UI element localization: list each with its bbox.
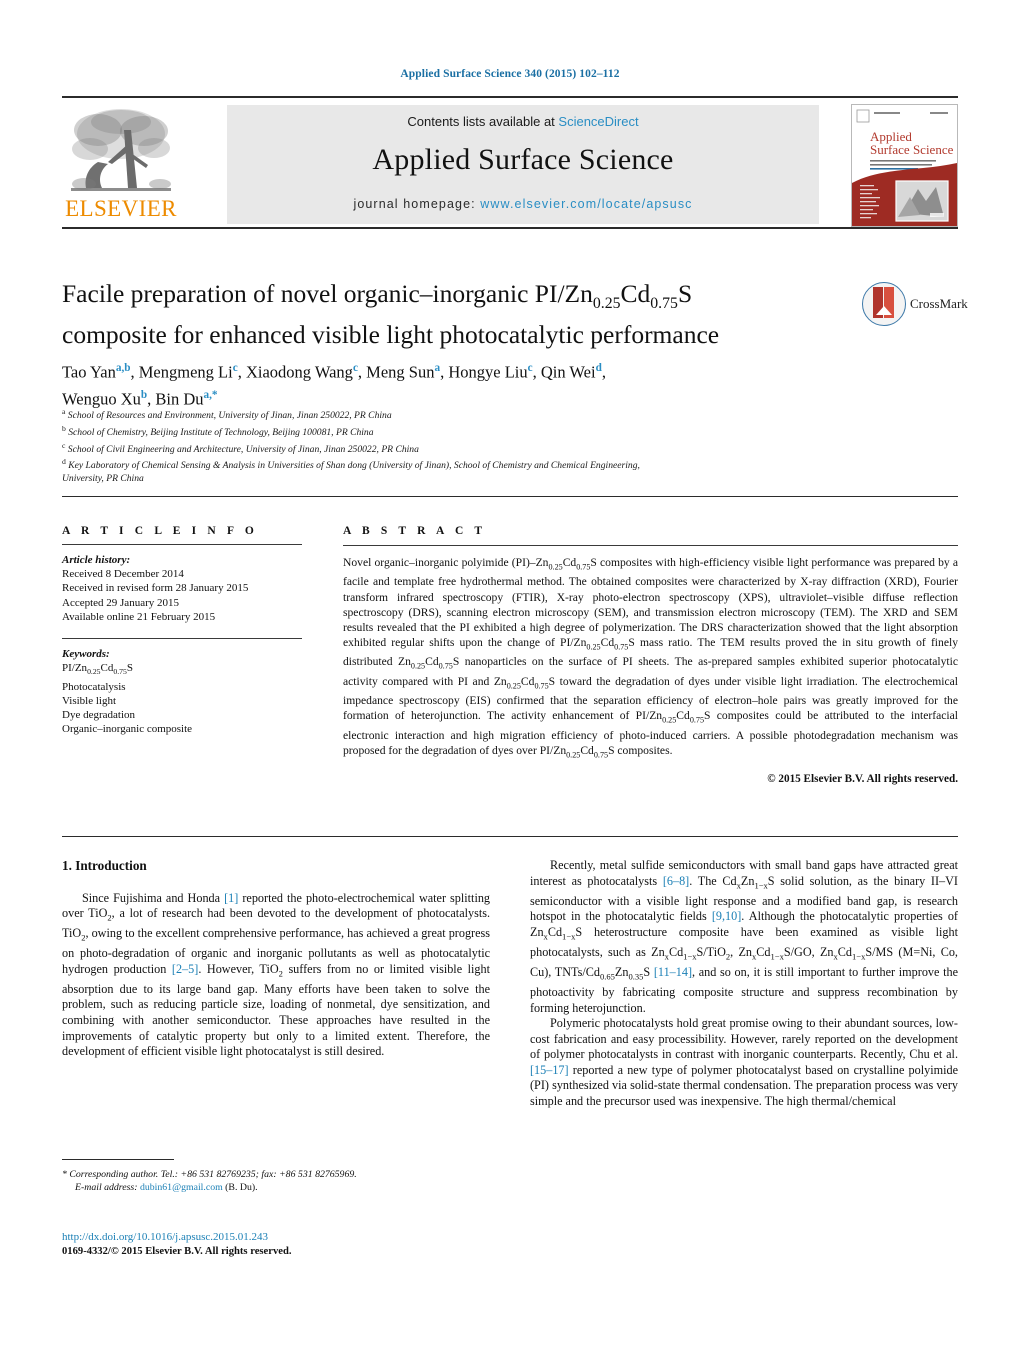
- affiliation-item: d Key Laboratory of Chemical Sensing & A…: [62, 457, 640, 485]
- abstract-rule: [343, 545, 958, 546]
- divider-above-info: [62, 496, 958, 497]
- issn-copyright: 0169-4332/© 2015 Elsevier B.V. All right…: [62, 1245, 292, 1257]
- paper-title-line1: Facile preparation of novel organic–inor…: [62, 279, 693, 313]
- affiliation-item: a School of Resources and Environment, U…: [62, 407, 392, 422]
- running-head: Applied Surface Science 340 (2015) 102–1…: [400, 68, 620, 80]
- footer-identifiers: http://dx.doi.org/10.1016/j.apsusc.2015.…: [62, 1230, 492, 1259]
- section-heading-introduction: 1. Introduction: [62, 858, 147, 873]
- abstract-copyright: © 2015 Elsevier B.V. All rights reserved…: [767, 773, 958, 785]
- crossmark-badge-group[interactable]: CrossMark: [862, 282, 968, 326]
- contents-prefix: Contents lists available at: [407, 114, 559, 129]
- page-title: Facile preparation of novel organic–inor…: [62, 278, 852, 350]
- journal-article-page: Applied Surface Science 340 (2015) 102–1…: [0, 0, 1020, 1351]
- author-list: Tao Yana,b, Mengmeng Lic, Xiaodong Wangc…: [62, 362, 606, 408]
- crossmark-arrow-icon: [876, 306, 892, 315]
- affiliation-list: a School of Resources and Environment, U…: [62, 406, 942, 486]
- article-info-section: A R T I C L E I N F O Article history: R…: [62, 525, 302, 736]
- keyword-item: Organic–inorganic composite: [62, 723, 193, 736]
- elsevier-logo: ELSEVIER: [62, 102, 180, 226]
- history-item: Available online 21 February 2015: [62, 610, 216, 623]
- body-column-left: 1. Introduction Since Fujishima and Hond…: [62, 858, 490, 1060]
- journal-masthead: ELSEVIER Contents lists available at Sci…: [62, 96, 958, 229]
- body-column-right: Recently, metal sulfide semiconductors w…: [530, 858, 958, 1110]
- history-item: Received 8 December 2014: [62, 568, 184, 581]
- masthead-center-band: Contents lists available at ScienceDirec…: [227, 105, 819, 224]
- elsevier-wordmark: ELSEVIER: [65, 196, 177, 221]
- paper-title-line2: composite for enhanced visible light pho…: [62, 320, 720, 350]
- email-label: E-mail address:: [75, 1182, 138, 1193]
- corresponding-author-note: * Corresponding author. Tel.: +86 531 82…: [62, 1169, 357, 1180]
- crossmark-label: CrossMark: [910, 296, 968, 311]
- journal-homepage-line: journal homepage: www.elsevier.com/locat…: [227, 197, 819, 211]
- keyword-item: PI/Zn0.25Cd0.75S: [62, 662, 133, 677]
- crossmark-icon[interactable]: [862, 282, 906, 326]
- keyword-item: Dye degradation: [62, 709, 135, 722]
- journal-cover-thumbnail: Applied Surface Science: [851, 104, 958, 227]
- journal-cover-art: Applied Surface Science: [852, 105, 957, 226]
- article-info-heading: A R T I C L E I N F O: [62, 525, 258, 537]
- history-item: Accepted 29 January 2015: [62, 596, 179, 609]
- paragraph: Polymeric photocatalysts hold great prom…: [530, 1016, 958, 1109]
- keywords-rule: [62, 638, 302, 640]
- citation-link[interactable]: [1]: [224, 891, 238, 905]
- paragraph: Since Fujishima and Honda [1] reported t…: [62, 890, 491, 1059]
- footnote-block: * Corresponding author. Tel.: +86 531 82…: [62, 1168, 492, 1194]
- email-suffix: (B. Du).: [225, 1182, 258, 1193]
- elsevier-tree-icon: [71, 109, 171, 191]
- affiliation-item: c School of Civil Engineering and Archit…: [62, 440, 419, 455]
- contents-list-line: Contents lists available at ScienceDirec…: [227, 114, 819, 129]
- history-item: Received in revised form 28 January 2015: [62, 582, 249, 595]
- abstract-text: Novel organic–inorganic polyimide (PI)–Z…: [343, 556, 958, 759]
- citation-link[interactable]: [9,10]: [712, 909, 741, 923]
- email-link[interactable]: dubin61@gmail.com: [140, 1182, 223, 1193]
- article-info-rule: [62, 544, 302, 545]
- abstract-heading: A B S T R A C T: [343, 525, 487, 537]
- article-history-label: Article history:: [62, 554, 131, 566]
- divider-below-abstract: [62, 836, 958, 837]
- doi-link[interactable]: http://dx.doi.org/10.1016/j.apsusc.2015.…: [62, 1230, 492, 1245]
- article-history-block: Article history: Received 8 December 201…: [62, 553, 302, 624]
- email-note: E-mail address: dubin61@gmail.com (B. Du…: [62, 1181, 492, 1194]
- paragraph: Recently, metal sulfide semiconductors w…: [530, 858, 958, 1015]
- citation-link[interactable]: [2–5]: [172, 962, 198, 976]
- affiliation-item: b School of Chemistry, Beijing Institute…: [62, 423, 374, 438]
- journal-title: Applied Surface Science: [372, 143, 674, 176]
- keyword-item: Visible light: [62, 694, 117, 707]
- footnote-rule: [62, 1159, 174, 1161]
- journal-homepage-link[interactable]: www.elsevier.com/locate/apsusc: [480, 197, 692, 211]
- svg-text:Surface Science: Surface Science: [870, 142, 954, 157]
- citation-link[interactable]: [15–17]: [530, 1063, 569, 1077]
- keywords-label: Keywords:: [62, 648, 110, 661]
- keyword-item: Photocatalysis: [62, 680, 126, 693]
- sciencedirect-link[interactable]: ScienceDirect: [558, 114, 638, 129]
- abstract-section: A B S T R A C T Novel organic–inorganic …: [343, 525, 958, 785]
- title-block: Facile preparation of novel organic–inor…: [62, 278, 852, 350]
- homepage-prefix: journal homepage:: [353, 197, 481, 211]
- keywords-block: Keywords: PI/Zn0.25Cd0.75S Photocatalysi…: [62, 647, 302, 736]
- citation-link[interactable]: [6–8]: [663, 874, 689, 888]
- citation-link[interactable]: [11–14]: [654, 965, 692, 979]
